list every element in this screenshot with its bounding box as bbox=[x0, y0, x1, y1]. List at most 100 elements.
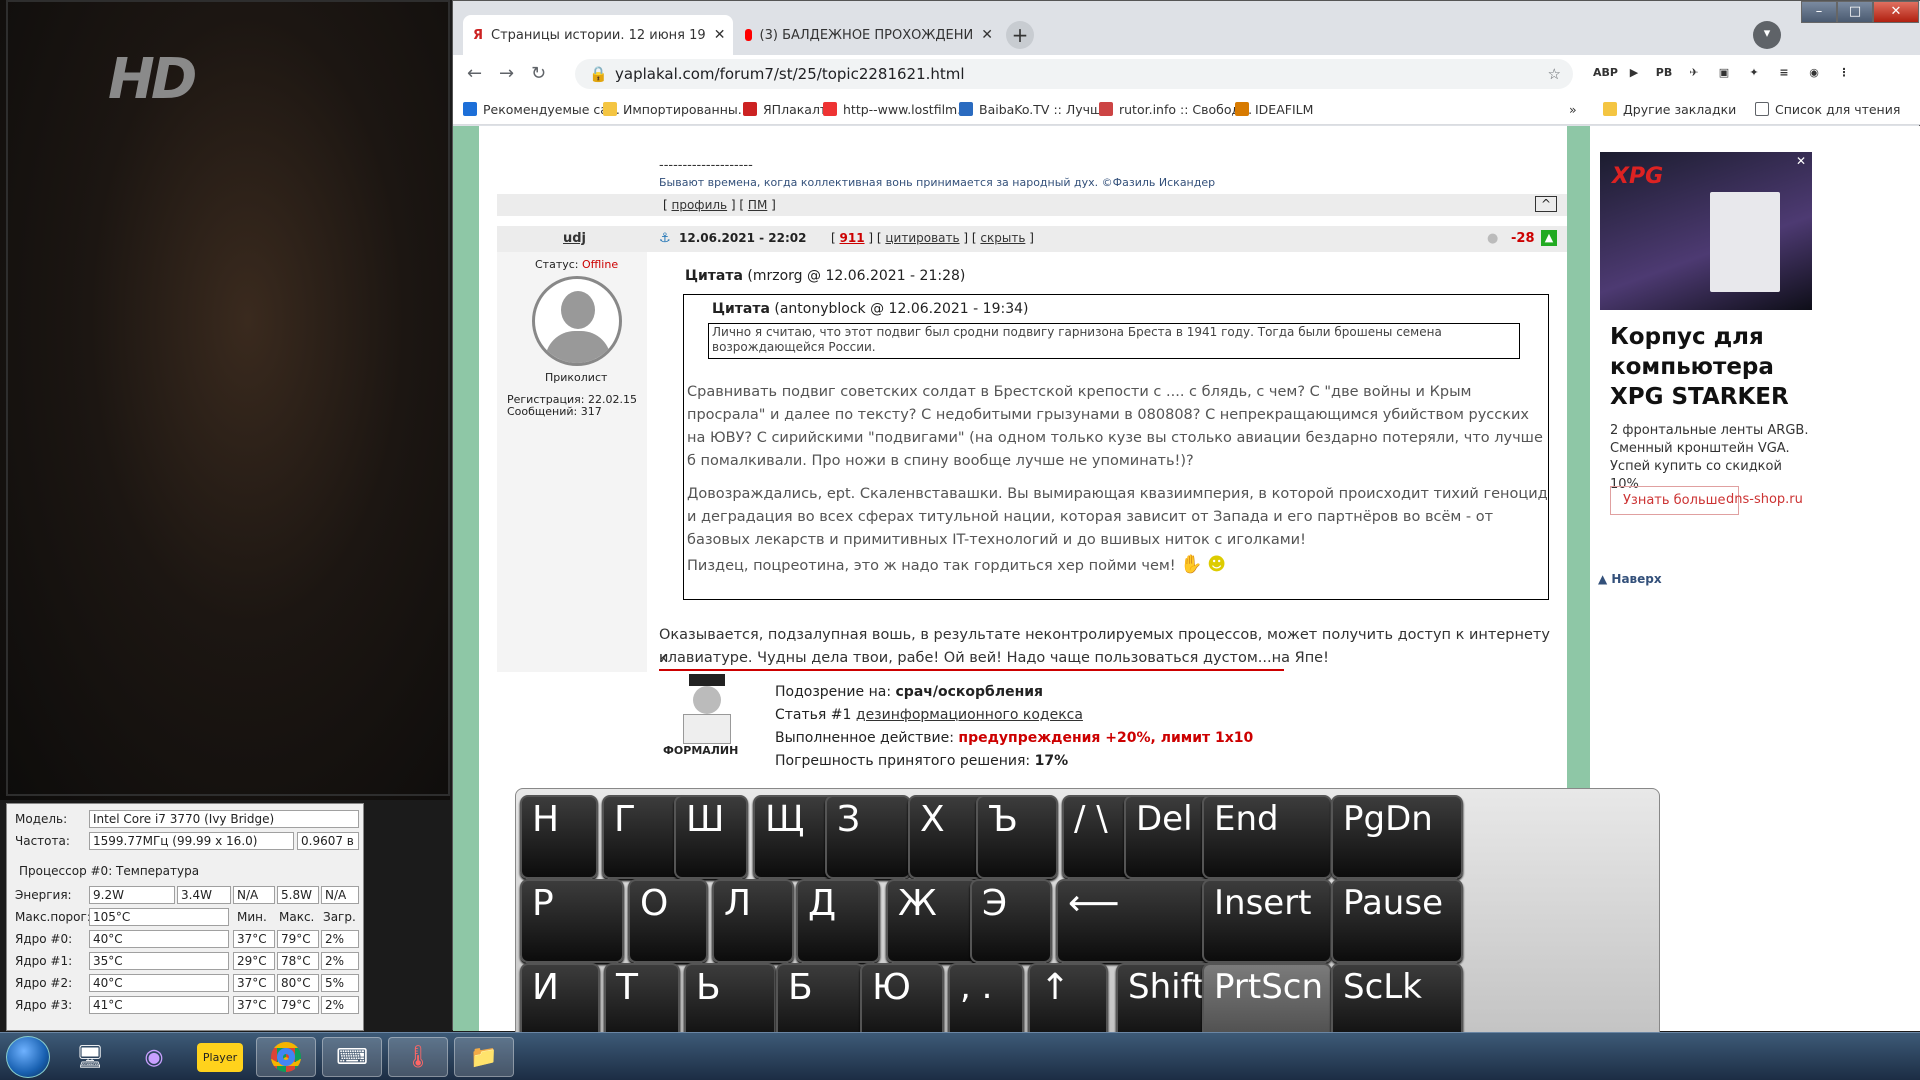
bookmark-item[interactable]: Рекомендуемые са... bbox=[463, 100, 620, 118]
error-row: Погрешность принятого решения: 17% bbox=[775, 750, 1253, 773]
energy-0: 9.2W bbox=[89, 886, 175, 904]
bookmarks-bar: Рекомендуемые са... Импортированны... ЯПла… bbox=[453, 93, 1920, 125]
keyboard-icon[interactable]: ⌨ bbox=[322, 1037, 382, 1077]
new-tab-button[interactable]: + bbox=[1006, 21, 1034, 49]
plane-ext-icon[interactable]: ✈ bbox=[1683, 62, 1705, 84]
up-button[interactable]: ^ bbox=[1535, 196, 1557, 212]
error-label: Погрешность принятого решения: bbox=[775, 753, 1031, 769]
max-label: Макс.порог: bbox=[15, 910, 91, 924]
bookmark-item[interactable]: IDEAFILM bbox=[1235, 100, 1313, 118]
core-load: 2% bbox=[321, 996, 359, 1014]
star-icon[interactable]: ☆ bbox=[1548, 59, 1561, 89]
key-1-4[interactable]: Ж bbox=[886, 879, 978, 963]
formalin-label: ФОРМАЛИН bbox=[663, 744, 739, 757]
key-1-2[interactable]: Л bbox=[712, 879, 794, 963]
core-max: 78°C bbox=[277, 952, 319, 970]
quote-link[interactable]: цитировать bbox=[885, 231, 959, 245]
key-0-9[interactable]: End bbox=[1202, 795, 1332, 879]
bookmark-item[interactable]: rutor.info :: Свобод... bbox=[1099, 100, 1252, 118]
tab-strip: Я Страницы истории. 12 июня 19 ✕ (3) БАЛ… bbox=[453, 1, 1920, 61]
back-icon[interactable]: ← bbox=[467, 63, 482, 84]
core-min: 29°C bbox=[233, 952, 275, 970]
key-1-3[interactable]: Д bbox=[796, 879, 880, 963]
bookmark-item[interactable]: http--www.lostfilm.... bbox=[823, 100, 973, 118]
media-icon[interactable]: ≡ bbox=[1773, 62, 1795, 84]
key-1-0[interactable]: Р bbox=[520, 879, 624, 963]
ad-image[interactable]: XPG ✕ bbox=[1600, 152, 1812, 310]
pb-ext-icon[interactable]: PB bbox=[1653, 62, 1675, 84]
bookmark-item[interactable]: Импортированны... bbox=[603, 100, 750, 118]
bookmark-label: BaibaKo.TV :: Лучш... bbox=[979, 101, 1114, 117]
profile-icon[interactable]: ◉ bbox=[1803, 62, 1825, 84]
rate-up-icon[interactable]: ▲ bbox=[1541, 230, 1557, 246]
ad-domain[interactable]: dns-shop.ru bbox=[1726, 492, 1803, 507]
bookmark-label: http--www.lostfilm.... bbox=[843, 101, 974, 117]
ad-cta-button[interactable]: Узнать больше bbox=[1610, 486, 1739, 515]
forward-icon[interactable]: → bbox=[499, 63, 514, 84]
article-label: Статья #1 bbox=[775, 707, 852, 723]
signature-text: Бывают времена, когда коллективная вонь … bbox=[659, 176, 1216, 189]
key-1-7[interactable]: Insert bbox=[1202, 879, 1332, 963]
tab-search-icon[interactable]: ▾ bbox=[1753, 21, 1781, 49]
address-bar[interactable]: 🔒 yaplakal.com/forum7/st/25/topic2281621… bbox=[575, 59, 1573, 89]
core-min: 37°C bbox=[233, 930, 275, 948]
desktop-wallpaper: HD bbox=[0, 0, 450, 800]
post-number[interactable]: 911 bbox=[840, 231, 865, 245]
bookmark-item[interactable]: ЯПлакалъ bbox=[743, 100, 829, 118]
chrome-icon[interactable] bbox=[256, 1037, 316, 1077]
menu-icon[interactable]: ⋮ bbox=[1833, 62, 1855, 84]
core-temp: 35°C bbox=[89, 952, 229, 970]
key-1-5[interactable]: Э bbox=[970, 879, 1052, 963]
key-0-10[interactable]: PgDn bbox=[1331, 795, 1463, 879]
avatar[interactable] bbox=[532, 276, 622, 366]
close-tab-icon[interactable]: ✕ bbox=[714, 27, 726, 43]
start-button[interactable] bbox=[6, 1036, 50, 1078]
tor-browser-icon[interactable]: ◉ bbox=[124, 1037, 184, 1077]
tab-history[interactable]: Я Страницы истории. 12 июня 19 ✕ bbox=[463, 15, 733, 55]
kmplayer-icon[interactable]: Player bbox=[190, 1037, 250, 1077]
bookmark-item[interactable]: BaibaKo.TV :: Лучш... bbox=[959, 100, 1113, 118]
bookmarks-more-button[interactable]: » bbox=[1569, 100, 1577, 118]
bookmark-favicon-icon bbox=[743, 102, 757, 116]
close-tab-icon[interactable]: ✕ bbox=[981, 27, 993, 43]
key-1-1[interactable]: О bbox=[628, 879, 708, 963]
key-0-4[interactable]: З bbox=[825, 795, 911, 879]
article-link[interactable]: дезинформационного кодекса bbox=[856, 707, 1083, 723]
youtube-ext-icon[interactable]: ▶ bbox=[1623, 62, 1645, 84]
ad-title[interactable]: Корпус для компьютера XPG STARKER bbox=[1610, 322, 1810, 412]
close-window-button[interactable]: ✕ bbox=[1873, 1, 1919, 23]
reload-icon[interactable]: ↻ bbox=[531, 63, 546, 84]
top-link[interactable]: ▲ Наверх bbox=[1598, 572, 1662, 586]
pm-link[interactable]: ПМ bbox=[748, 198, 767, 212]
windows-explorer-icon[interactable]: 🖥 bbox=[60, 1037, 120, 1077]
bookmark-favicon-icon bbox=[1235, 102, 1249, 116]
screen-ext-icon[interactable]: ▣ bbox=[1713, 62, 1735, 84]
adblock-icon[interactable]: ABP bbox=[1593, 62, 1618, 84]
cpu-monitor-window[interactable]: Модель: Intel Core i7 3770 (Ivy Bridge) … bbox=[6, 803, 364, 1031]
quote2-title: Цитата bbox=[712, 301, 770, 317]
author-link[interactable]: udj bbox=[563, 231, 586, 246]
key-1-8[interactable]: Pause bbox=[1331, 879, 1463, 963]
profile-link[interactable]: профиль bbox=[672, 198, 728, 212]
cpu-monitor-icon[interactable]: 🌡 bbox=[388, 1037, 448, 1077]
folder-icon[interactable]: 📁 bbox=[454, 1037, 514, 1077]
core-temp: 40°C bbox=[89, 930, 229, 948]
core-load: 2% bbox=[321, 930, 359, 948]
key-0-2[interactable]: Ш bbox=[674, 795, 748, 879]
hide-link[interactable]: скрыть bbox=[980, 231, 1025, 245]
core-min: 37°C bbox=[233, 996, 275, 1014]
ad-close-icon[interactable]: ✕ bbox=[1796, 154, 1806, 168]
video-player-window[interactable]: HD bbox=[6, 0, 450, 796]
key-0-6[interactable]: Ъ bbox=[976, 795, 1058, 879]
tab-youtube[interactable]: (3) БАЛДЕЖНОЕ ПРОХОЖДЕНИ ✕ bbox=[735, 15, 1003, 55]
other-bookmarks[interactable]: Другие закладки bbox=[1603, 100, 1736, 118]
minimize-button[interactable]: – bbox=[1801, 1, 1837, 23]
puzzle-icon[interactable]: ✦ bbox=[1743, 62, 1765, 84]
reading-list-label: Список для чтения bbox=[1775, 101, 1901, 117]
quote1-header: Цитата (mrzorg @ 12.06.2021 - 21:28) bbox=[685, 268, 965, 284]
key-0-0[interactable]: Н bbox=[520, 795, 598, 879]
maximize-button[interactable]: □ bbox=[1837, 1, 1873, 23]
rate-down-icon[interactable]: ● bbox=[1487, 231, 1498, 246]
smiley-icon: ✋ bbox=[1180, 554, 1203, 575]
reading-list[interactable]: Список для чтения bbox=[1755, 100, 1900, 118]
